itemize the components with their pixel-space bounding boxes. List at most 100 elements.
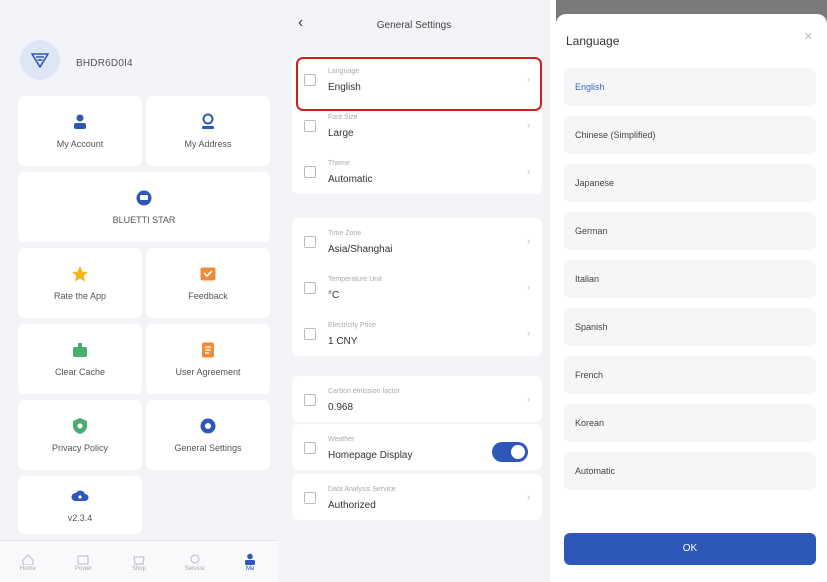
weather-toggle[interactable]: [492, 442, 528, 462]
settings-header: ‹ General Settings: [278, 0, 550, 50]
settings-group: Time Zone Asia/Shanghai › Temperature Un…: [292, 218, 542, 356]
setting-label: Data Analysis Service: [328, 486, 396, 493]
tab-label: Home: [19, 565, 36, 572]
thermometer-icon: [304, 282, 316, 294]
setting-row-font-size[interactable]: Font Size Large ›: [292, 102, 542, 148]
screenshot-root: BHDR6D0I4 My Account My Address BLUETTI …: [0, 0, 827, 582]
tab-label: Shop: [131, 565, 146, 572]
language-option-chinese-simplified[interactable]: Chinese (Simplified): [564, 116, 816, 154]
weather-icon: [304, 442, 316, 454]
language-option-korean[interactable]: Korean: [564, 404, 816, 442]
language-option-italian[interactable]: Italian: [564, 260, 816, 298]
menu-card-label: Clear Cache: [54, 367, 106, 377]
clock-icon: [304, 236, 316, 248]
menu-card-label: BLUETTI STAR: [112, 215, 176, 225]
language-option-english[interactable]: English: [564, 68, 816, 106]
tab-power[interactable]: Power: [56, 541, 112, 582]
language-option-german[interactable]: German: [564, 212, 816, 250]
setting-value: Automatic: [328, 174, 373, 185]
price-icon: [304, 328, 316, 340]
sheet-title: Language: [566, 34, 620, 48]
chevron-right-icon: ›: [527, 236, 530, 246]
setting-row-theme[interactable]: Theme Automatic ›: [292, 148, 542, 194]
settings-group: Carbon emission factor 0.968 ›: [292, 376, 542, 422]
setting-value: °C: [328, 290, 340, 301]
theme-icon: [304, 166, 316, 178]
setting-row-time-zone[interactable]: Time Zone Asia/Shanghai ›: [292, 218, 542, 264]
shop-icon: [132, 552, 146, 565]
chevron-right-icon: ›: [527, 166, 530, 176]
rate-star-icon: [71, 265, 89, 283]
service-icon: [188, 552, 202, 564]
setting-value: Large: [328, 128, 354, 139]
settings-group: Language English › Font Size Large › The…: [292, 56, 542, 194]
bottom-tab-bar: Home Power Shop Service Me: [0, 540, 278, 582]
language-sheet: Language ✕ English Chinese (Simplified) Ja…: [556, 14, 827, 582]
ok-button[interactable]: OK: [564, 533, 816, 565]
language-option-french[interactable]: French: [564, 356, 816, 394]
setting-label: Language: [328, 68, 360, 75]
menu-card-my-address[interactable]: My Address: [146, 96, 270, 166]
setting-value: Asia/Shanghai: [328, 244, 393, 255]
language-icon: [304, 74, 316, 86]
menu-card-general-settings[interactable]: General Settings: [146, 400, 270, 470]
data-icon: [304, 492, 316, 504]
setting-label: Electricity Price: [328, 322, 376, 329]
menu-card-user-agreement[interactable]: User Agreement: [146, 324, 270, 394]
setting-row-language[interactable]: Language English ›: [292, 56, 542, 102]
setting-value: English: [328, 82, 361, 93]
setting-label: Weather: [328, 436, 355, 443]
setting-label: Time Zone: [328, 230, 362, 237]
menu-card-label: Feedback: [188, 291, 228, 301]
menu-card-bluetti-star[interactable]: BLUETTI STAR: [18, 172, 270, 242]
profile-header: BHDR6D0I4: [0, 0, 278, 92]
chevron-right-icon: ›: [527, 394, 530, 404]
setting-label: Font Size: [328, 114, 358, 121]
setting-row-temperature-unit[interactable]: Temperature Unit °C ›: [292, 264, 542, 310]
user-id: BHDR6D0I4: [76, 58, 133, 69]
tab-home[interactable]: Home: [0, 541, 56, 582]
menu-card-feedback[interactable]: Feedback: [146, 248, 270, 318]
setting-label: Theme: [328, 160, 350, 167]
gear-icon: [199, 417, 217, 435]
tab-label: Power: [74, 565, 92, 572]
setting-row-data-analysis-service[interactable]: Data Analysis Service Authorized ›: [292, 474, 542, 520]
menu-card-privacy-policy[interactable]: Privacy Policy: [18, 400, 142, 470]
setting-value: 0.968: [328, 402, 354, 413]
broom-icon: [71, 341, 89, 359]
me-icon: [243, 552, 257, 565]
setting-row-carbon-emission-factor[interactable]: Carbon emission factor 0.968 ›: [292, 376, 542, 422]
language-option-automatic[interactable]: Automatic: [564, 452, 816, 490]
font-size-icon: [304, 120, 316, 132]
avatar[interactable]: [20, 40, 60, 80]
page-title: General Settings: [376, 20, 452, 31]
tab-label: Me: [246, 565, 255, 572]
tab-me[interactable]: Me: [222, 541, 278, 582]
settings-group: Data Analysis Service Authorized ›: [292, 474, 542, 520]
menu-card-label: Privacy Policy: [51, 443, 108, 453]
close-icon[interactable]: ✕: [804, 30, 813, 43]
home-icon: [21, 552, 35, 566]
star-badge-icon: [135, 189, 153, 207]
tab-shop[interactable]: Shop: [111, 541, 167, 582]
menu-card-v2-3-4[interactable]: v2.3.4: [18, 476, 142, 534]
setting-row-weather[interactable]: Weather Homepage Display: [292, 424, 542, 470]
menu-card-label: My Account: [56, 139, 104, 149]
setting-label: Carbon emission factor: [328, 388, 400, 395]
chevron-right-icon: ›: [527, 74, 530, 84]
menu-card-clear-cache[interactable]: Clear Cache: [18, 324, 142, 394]
setting-row-electricity-price[interactable]: Electricity Price 1 CNY ›: [292, 310, 542, 356]
menu-card-my-account[interactable]: My Account: [18, 96, 142, 166]
bluetti-logo-icon: [31, 53, 49, 68]
chevron-right-icon: ›: [527, 492, 530, 502]
setting-value: Authorized: [328, 500, 376, 511]
language-option-japanese[interactable]: Japanese: [564, 164, 816, 202]
settings-group: Weather Homepage Display: [292, 424, 542, 470]
shield-icon: [71, 417, 89, 435]
language-option-spanish[interactable]: Spanish: [564, 308, 816, 346]
person-icon: [71, 113, 89, 131]
tab-service[interactable]: Service: [167, 541, 223, 582]
menu-card-rate-the-app[interactable]: Rate the App: [18, 248, 142, 318]
feedback-icon: [199, 265, 217, 283]
setting-value: Homepage Display: [328, 450, 413, 461]
